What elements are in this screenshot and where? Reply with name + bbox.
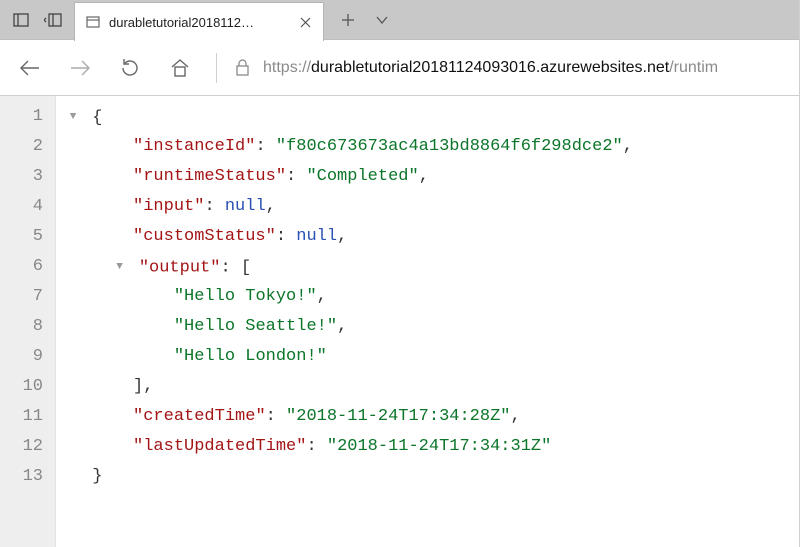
line-number: 6	[4, 252, 43, 282]
line-number: 9	[4, 342, 43, 372]
line-number: 11	[4, 402, 43, 432]
code-line: "Hello London!"	[66, 342, 799, 372]
url-scheme: https://	[263, 59, 311, 76]
fold-toggle-icon[interactable]: ▼	[113, 252, 127, 282]
code-line: "runtimeStatus": "Completed",	[66, 162, 799, 192]
json-null: null	[296, 227, 337, 246]
code-line: "customStatus": null,	[66, 222, 799, 252]
json-viewer: 1 2 3 4 5 6 7 8 9 10 11 12 13 ▼ { "insta…	[0, 96, 799, 547]
code-line: }	[66, 462, 799, 492]
json-key: createdTime	[143, 407, 255, 426]
url-host: durabletutorial20181124093016.azurewebsi…	[311, 59, 669, 76]
url-text: https://durabletutorial20181124093016.az…	[263, 59, 718, 77]
tab-actions-chevron-icon[interactable]	[366, 4, 398, 36]
json-string: Hello Seattle!	[184, 317, 327, 336]
code-line: "createdTime": "2018-11-24T17:34:28Z",	[66, 402, 799, 432]
refresh-button[interactable]	[108, 46, 152, 90]
line-number: 3	[4, 162, 43, 192]
nav-toolbar: https://durabletutorial20181124093016.az…	[0, 40, 799, 96]
code-line: "Hello Seattle!",	[66, 312, 799, 342]
url-path: /runtim	[669, 59, 718, 76]
json-string: Hello Tokyo!	[184, 287, 306, 306]
show-set-aside-icon[interactable]	[38, 4, 68, 36]
line-number: 13	[4, 462, 43, 492]
window-aside-buttons	[0, 0, 74, 39]
json-string: 2018-11-24T17:34:28Z	[296, 407, 500, 426]
line-number: 10	[4, 372, 43, 402]
toolbar-separator	[216, 53, 217, 83]
json-string: 2018-11-24T17:34:31Z	[337, 437, 541, 456]
json-key: instanceId	[143, 137, 245, 156]
line-number: 8	[4, 312, 43, 342]
address-bar[interactable]: https://durabletutorial20181124093016.az…	[227, 49, 791, 87]
json-key: customStatus	[143, 227, 265, 246]
line-number: 7	[4, 282, 43, 312]
json-key: lastUpdatedTime	[143, 437, 296, 456]
json-string: f80c673673ac4a13bd8864f6f298dce2	[286, 137, 612, 156]
line-number: 2	[4, 132, 43, 162]
forward-button[interactable]	[58, 46, 102, 90]
line-number: 5	[4, 222, 43, 252]
json-key: input	[143, 197, 194, 216]
line-number: 4	[4, 192, 43, 222]
home-button[interactable]	[158, 46, 202, 90]
code-line: "Hello Tokyo!",	[66, 282, 799, 312]
browser-tab[interactable]: durabletutorial2018112…	[74, 2, 324, 41]
json-null: null	[225, 197, 266, 216]
code-line: ],	[66, 372, 799, 402]
code-line: "instanceId": "f80c673673ac4a13bd8864f6f…	[66, 132, 799, 162]
json-code[interactable]: ▼ { "instanceId": "f80c673673ac4a13bd886…	[56, 96, 799, 547]
code-line: "lastUpdatedTime": "2018-11-24T17:34:31Z…	[66, 432, 799, 462]
line-number: 12	[4, 432, 43, 462]
tab-close-icon[interactable]	[295, 12, 315, 32]
code-line: ▼ "output": [	[66, 252, 799, 282]
line-gutter: 1 2 3 4 5 6 7 8 9 10 11 12 13	[0, 96, 56, 547]
json-string: Hello London!	[184, 347, 317, 366]
tab-title: durabletutorial2018112…	[109, 15, 287, 30]
tab-favicon-icon	[85, 14, 101, 30]
title-bar: durabletutorial2018112…	[0, 0, 799, 40]
fold-toggle-icon[interactable]: ▼	[66, 102, 80, 132]
back-button[interactable]	[8, 46, 52, 90]
new-tab-button[interactable]	[332, 4, 364, 36]
json-string: Completed	[317, 167, 409, 186]
set-aside-tabs-icon[interactable]	[6, 4, 36, 36]
json-key: output	[149, 258, 210, 277]
line-number: 1	[4, 102, 43, 132]
code-line: "input": null,	[66, 192, 799, 222]
json-key: runtimeStatus	[143, 167, 276, 186]
lock-icon[interactable]	[231, 57, 253, 79]
code-line: ▼ {	[66, 102, 799, 132]
tab-controls	[324, 0, 406, 39]
